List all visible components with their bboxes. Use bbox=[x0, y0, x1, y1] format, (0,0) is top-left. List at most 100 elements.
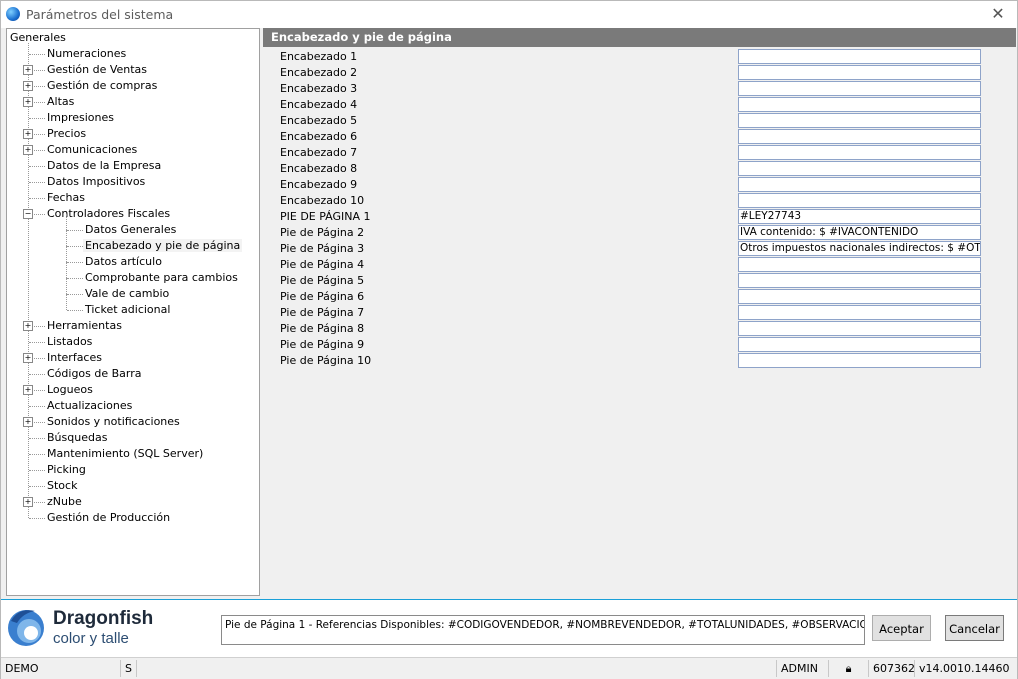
settings-tree[interactable]: Generales Numeraciones + Gestión de Ventas… bbox=[6, 28, 260, 596]
tree-item[interactable]: Gestión de Producción bbox=[45, 510, 172, 526]
tree-item-label: Precios bbox=[47, 127, 87, 140]
tree-item[interactable]: Mantenimiento (SQL Server) bbox=[45, 446, 205, 462]
cancel-button[interactable]: Cancelar bbox=[945, 615, 1004, 641]
expand-icon[interactable]: + bbox=[23, 65, 33, 75]
tree-item[interactable]: Actualizaciones bbox=[45, 398, 134, 414]
tree-item-label: Vale de cambio bbox=[85, 287, 170, 300]
tree-item[interactable]: Altas bbox=[45, 94, 76, 110]
field-input[interactable] bbox=[738, 161, 981, 176]
accept-button[interactable]: Aceptar bbox=[872, 615, 931, 641]
tree-item[interactable]: Logueos bbox=[45, 382, 95, 398]
tree-item[interactable]: Gestión de compras bbox=[45, 78, 159, 94]
field-input[interactable]: IVA contenido: $ #IVACONTENIDO bbox=[738, 225, 981, 240]
tree-item[interactable]: zNube bbox=[45, 494, 84, 510]
field-label: Encabezado 5 bbox=[280, 114, 358, 127]
tree-item[interactable]: Precios bbox=[45, 126, 88, 142]
tree-item[interactable]: Impresiones bbox=[45, 110, 116, 126]
tree-item[interactable]: Búsquedas bbox=[45, 430, 109, 446]
tree-item[interactable]: Herramientas bbox=[45, 318, 124, 334]
field-input[interactable] bbox=[738, 289, 981, 304]
field-input[interactable]: #LEY27743 bbox=[738, 209, 981, 224]
field-row: Encabezado 7 bbox=[263, 145, 1016, 161]
field-row: Encabezado 6 bbox=[263, 129, 1016, 145]
expand-icon[interactable]: + bbox=[23, 385, 33, 395]
field-input[interactable] bbox=[738, 145, 981, 160]
tree-item[interactable]: Listados bbox=[45, 334, 94, 350]
tree-item[interactable]: Datos Impositivos bbox=[45, 174, 147, 190]
tree-item[interactable]: Comprobante para cambios bbox=[83, 270, 240, 286]
logo-subtitle: color y talle bbox=[53, 630, 129, 647]
field-row: Pie de Página 3 Otros impuestos nacionale… bbox=[263, 241, 1016, 257]
tree-item-label: Gestión de Ventas bbox=[47, 63, 148, 76]
field-input[interactable] bbox=[738, 353, 981, 368]
tree-item[interactable]: Datos de la Empresa bbox=[45, 158, 163, 174]
expand-icon[interactable]: + bbox=[23, 353, 33, 363]
tree-item[interactable]: Encabezado y pie de página bbox=[83, 238, 243, 254]
tree-root[interactable]: Generales bbox=[8, 30, 68, 46]
tree-item[interactable]: Vale de cambio bbox=[83, 286, 171, 302]
tree-guide-line bbox=[29, 198, 45, 199]
expand-icon[interactable]: + bbox=[23, 497, 33, 507]
field-input[interactable] bbox=[738, 97, 981, 112]
tree-guide-line bbox=[29, 470, 45, 471]
field-row: Encabezado 8 bbox=[263, 161, 1016, 177]
field-label: Encabezado 4 bbox=[280, 98, 358, 111]
tree-guide-line bbox=[66, 214, 67, 230]
tree-item[interactable]: Códigos de Barra bbox=[45, 366, 144, 382]
status-flag: S bbox=[121, 660, 137, 677]
expand-icon[interactable]: + bbox=[23, 81, 33, 91]
field-input[interactable] bbox=[738, 129, 981, 144]
field-input[interactable] bbox=[738, 305, 981, 320]
tree-item[interactable]: Gestión de Ventas bbox=[45, 62, 149, 78]
expand-icon[interactable]: + bbox=[23, 97, 33, 107]
field-input[interactable] bbox=[738, 273, 981, 288]
expand-icon[interactable]: + bbox=[23, 145, 33, 155]
field-label: Pie de Página 10 bbox=[280, 354, 372, 367]
tree-guide-line bbox=[67, 310, 83, 311]
close-icon[interactable]: ✕ bbox=[987, 3, 1009, 25]
field-input[interactable] bbox=[738, 49, 981, 64]
field-input[interactable] bbox=[738, 81, 981, 96]
tree-item[interactable]: Fechas bbox=[45, 190, 87, 206]
expand-icon[interactable]: + bbox=[23, 129, 33, 139]
tree-item-label: Datos Impositivos bbox=[47, 175, 146, 188]
field-label: Encabezado 2 bbox=[280, 66, 358, 79]
expand-icon[interactable]: + bbox=[23, 321, 33, 331]
field-label: Pie de Página 7 bbox=[280, 306, 365, 319]
tree-item[interactable]: Interfaces bbox=[45, 350, 104, 366]
dragonfish-logo-icon bbox=[8, 610, 44, 646]
field-input[interactable]: Otros impuestos nacionales indirectos: $… bbox=[738, 241, 981, 256]
status-bar: DEMO S ADMIN 🔒︎ 607362 v14.0010.14460 bbox=[1, 657, 1017, 679]
tree-item-label: Encabezado y pie de página bbox=[83, 239, 243, 252]
tree-item[interactable]: Datos artículo bbox=[83, 254, 164, 270]
tree-item[interactable]: Comunicaciones bbox=[45, 142, 139, 158]
tree-item-label: Datos de la Empresa bbox=[47, 159, 162, 172]
field-input[interactable] bbox=[738, 193, 981, 208]
tree-item-label: Controladores Fiscales bbox=[47, 207, 171, 220]
field-label: Pie de Página 9 bbox=[280, 338, 365, 351]
tree-guide-line bbox=[29, 454, 45, 455]
tree-item[interactable]: Ticket adicional bbox=[83, 302, 172, 318]
tree-item[interactable]: Stock bbox=[45, 478, 79, 494]
tree-item[interactable]: Datos Generales bbox=[83, 222, 178, 238]
field-input[interactable] bbox=[738, 321, 981, 336]
tree-guide-line bbox=[29, 54, 45, 55]
tree-item[interactable]: Controladores Fiscales bbox=[45, 206, 172, 222]
tree-item-label: Datos artículo bbox=[85, 255, 162, 268]
collapse-icon[interactable]: − bbox=[23, 209, 33, 219]
field-input[interactable] bbox=[738, 337, 981, 352]
field-input[interactable] bbox=[738, 177, 981, 192]
field-input[interactable] bbox=[738, 257, 981, 272]
tree-item[interactable]: Numeraciones bbox=[45, 46, 128, 62]
field-input[interactable] bbox=[738, 113, 981, 128]
expand-icon[interactable]: + bbox=[23, 417, 33, 427]
tree-item[interactable]: Picking bbox=[45, 462, 88, 478]
field-label: Encabezado 10 bbox=[280, 194, 365, 207]
field-input[interactable] bbox=[738, 65, 981, 80]
tree-item-label: Listados bbox=[47, 335, 93, 348]
tree-guide-line bbox=[29, 118, 45, 119]
field-label: Pie de Página 6 bbox=[280, 290, 365, 303]
tree-guide-line bbox=[67, 278, 83, 279]
tree-item[interactable]: Sonidos y notificaciones bbox=[45, 414, 182, 430]
tree-guide-line bbox=[66, 294, 67, 310]
